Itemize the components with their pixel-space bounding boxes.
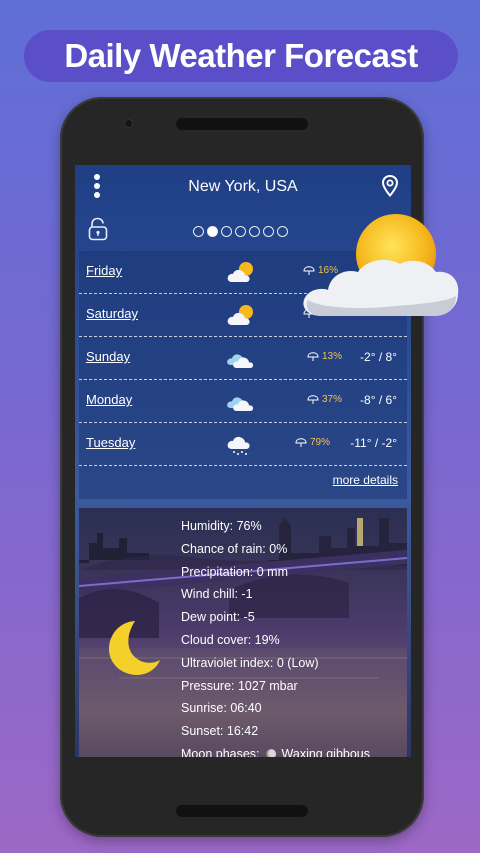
page-dot[interactable]	[263, 226, 274, 237]
unlock-icon[interactable]	[88, 217, 108, 241]
wind-chill-text: Wind chill: -1	[181, 587, 253, 602]
uv-index-text: Ultraviolet index: 0 (Low)	[181, 655, 319, 670]
temperature-range: -11° / -2°	[350, 436, 397, 450]
moon-phase-row: Moon phases: Waxing gibbous	[181, 743, 370, 757]
crescent-moon-icon	[109, 621, 160, 675]
page-dot[interactable]	[235, 226, 246, 237]
umbrella-icon	[307, 351, 319, 361]
more-details-link[interactable]: more details	[333, 473, 398, 487]
precipitation-text: Precipitation: 0 mm	[181, 564, 288, 579]
sunrise-text: Sunrise: 06:40	[181, 701, 262, 716]
umbrella-icon	[307, 394, 319, 404]
rain-value: 13%	[322, 351, 343, 362]
umbrella-icon	[295, 437, 307, 447]
cloudy-icon	[227, 397, 254, 411]
day-name[interactable]: Sunday	[86, 349, 130, 364]
sun-cloud-icon	[303, 214, 459, 316]
rain-chance: 13%	[307, 351, 342, 362]
rain-value: 37%	[322, 394, 343, 405]
moon-phase-icon	[265, 748, 276, 757]
temperature-range: -2° / 8°	[360, 350, 397, 364]
dew-point-text: Dew point: -5	[181, 610, 255, 625]
day-name[interactable]: Saturday	[86, 306, 138, 321]
page-indicator[interactable]	[193, 226, 288, 237]
temperature-range: -8° / 6°	[360, 393, 397, 407]
partly-cloudy-icon	[227, 305, 253, 325]
partly-cloudy-icon	[227, 262, 253, 282]
night-city-panel: Humidity: 76% Chance of rain: 0% Precipi…	[79, 508, 407, 757]
top-speaker	[176, 118, 308, 130]
day-name[interactable]: Tuesday	[86, 435, 135, 450]
day-name[interactable]: Monday	[86, 392, 132, 407]
pressure-text: Pressure: 1027 mbar	[181, 678, 298, 693]
forecast-row-sunday[interactable]: Sunday 13% -2° / 8°	[79, 337, 407, 380]
chance-of-rain-text: Chance of rain: 0%	[181, 541, 288, 556]
humidity-text: Humidity: 76%	[181, 519, 262, 533]
city-title[interactable]: New York, USA	[188, 178, 297, 196]
page-dot[interactable]	[277, 226, 288, 237]
bottom-speaker	[176, 805, 308, 817]
banner-title: Daily Weather Forecast	[24, 30, 458, 82]
page-dot-active[interactable]	[207, 226, 218, 237]
location-pin-icon[interactable]	[381, 175, 399, 197]
rain-chance: 37%	[307, 394, 342, 405]
top-bar: New York, USA	[75, 165, 411, 209]
camera-icon	[124, 119, 133, 128]
rain-value: 79%	[310, 437, 331, 448]
page-dot[interactable]	[249, 226, 260, 237]
cloudy-icon	[227, 354, 254, 368]
sunset-text: Sunset: 16:42	[181, 724, 259, 739]
overflow-menu-icon[interactable]	[91, 174, 103, 200]
moon-phase-value: Waxing gibbous	[281, 746, 371, 757]
forecast-row-monday[interactable]: Monday 37% -8° / 6°	[79, 380, 407, 423]
cloud-cover-text: Cloud cover: 19%	[181, 632, 280, 647]
day-name[interactable]: Friday	[86, 263, 122, 278]
rain-chance: 79%	[295, 437, 330, 448]
page-dot[interactable]	[221, 226, 232, 237]
moon-phase-label: Moon phases:	[181, 746, 260, 757]
snow-cloud-icon	[227, 436, 250, 455]
weather-details-list: Humidity: 76% Chance of rain: 0% Precipi…	[181, 515, 370, 757]
page-dot[interactable]	[193, 226, 204, 237]
forecast-row-tuesday[interactable]: Tuesday 79% -11° / -2°	[79, 423, 407, 466]
